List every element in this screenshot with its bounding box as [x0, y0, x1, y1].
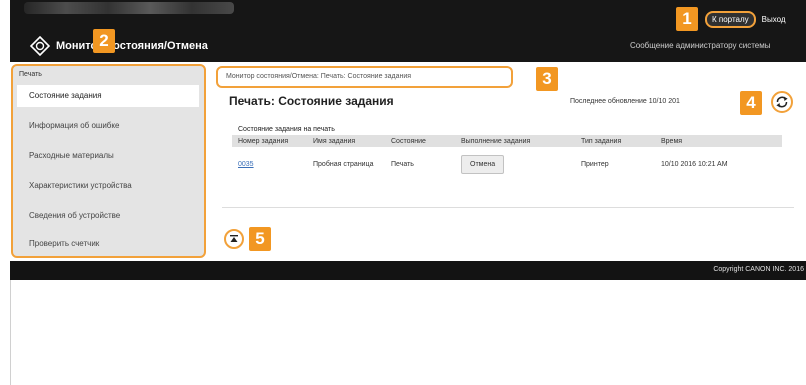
blank-area [10, 280, 806, 385]
column-header: Состояние [385, 135, 455, 147]
section-title: Состояние задания на печать [238, 126, 335, 133]
last-update-timestamp: Последнее обновление 10/10 201 [570, 98, 680, 105]
callout-5: 5 [249, 227, 271, 251]
table-header-row: Номер задания Имя задания Состояние Выпо… [232, 135, 782, 147]
refresh-icon [776, 96, 788, 108]
content-divider [222, 207, 794, 208]
sidebar-item-error-info[interactable]: Информация об ошибке [17, 115, 199, 137]
callout-4: 4 [740, 91, 762, 115]
column-header: Тип задания [575, 135, 655, 147]
portal-link[interactable]: К порталу [705, 11, 756, 28]
column-header: Время [655, 135, 782, 147]
job-name-cell: Пробная страница [313, 160, 374, 168]
callout-3: 3 [536, 67, 558, 91]
sidebar-item-device-info[interactable]: Сведения об устройстве [17, 205, 199, 227]
column-header: Имя задания [307, 135, 385, 147]
sidebar-item-check-counter[interactable]: Проверить счетчик [17, 233, 199, 255]
callout-2: 2 [93, 29, 115, 53]
blurred-browser-strip [24, 2, 234, 14]
job-action-cell: Отмена [455, 147, 575, 181]
job-type-cell: Принтер [581, 160, 609, 168]
logout-link[interactable]: Выход [762, 15, 786, 24]
job-time-cell: 10/10 2016 10:21 AM [661, 160, 728, 168]
header-links: К порталу Выход [705, 11, 786, 28]
scroll-to-top-icon [230, 235, 238, 242]
scroll-to-top-button[interactable] [224, 229, 244, 249]
jobs-table: Номер задания Имя задания Состояние Выпо… [232, 135, 782, 181]
column-header: Выполнение задания [455, 135, 575, 147]
page-title: Печать: Состояние задания [229, 94, 394, 108]
job-status-cell: Печать [391, 160, 414, 168]
table-row: 0035 Пробная страница Печать Отмена Прин… [232, 147, 782, 181]
cancel-job-button[interactable]: Отмена [461, 154, 505, 174]
sidebar-item-device-features[interactable]: Характеристики устройства [17, 175, 199, 197]
sidebar-group-label: Печать [19, 71, 42, 78]
app-title: Монитор состояния/Отмена [56, 40, 208, 52]
sidebar: Печать Состояние задания Информация об о… [11, 64, 206, 258]
job-status-section: Состояние задания на печать Номер задани… [232, 126, 787, 181]
canon-logo-icon [30, 36, 50, 56]
breadcrumb: Монитор состояния/Отмена: Печать: Состоя… [216, 66, 513, 88]
job-number-link[interactable]: 0035 [232, 147, 307, 181]
column-header: Номер задания [232, 135, 307, 147]
callout-1: 1 [676, 7, 698, 31]
refresh-button[interactable] [771, 91, 793, 113]
sidebar-item-consumables[interactable]: Расходные материалы [17, 145, 199, 167]
copyright-text: Copyright CANON INC. 2016 [713, 266, 804, 273]
footer: Copyright CANON INC. 2016 [10, 261, 806, 280]
sidebar-item-job-status[interactable]: Состояние задания [17, 85, 199, 107]
admin-message-link[interactable]: Сообщение администратору системы [630, 41, 770, 50]
